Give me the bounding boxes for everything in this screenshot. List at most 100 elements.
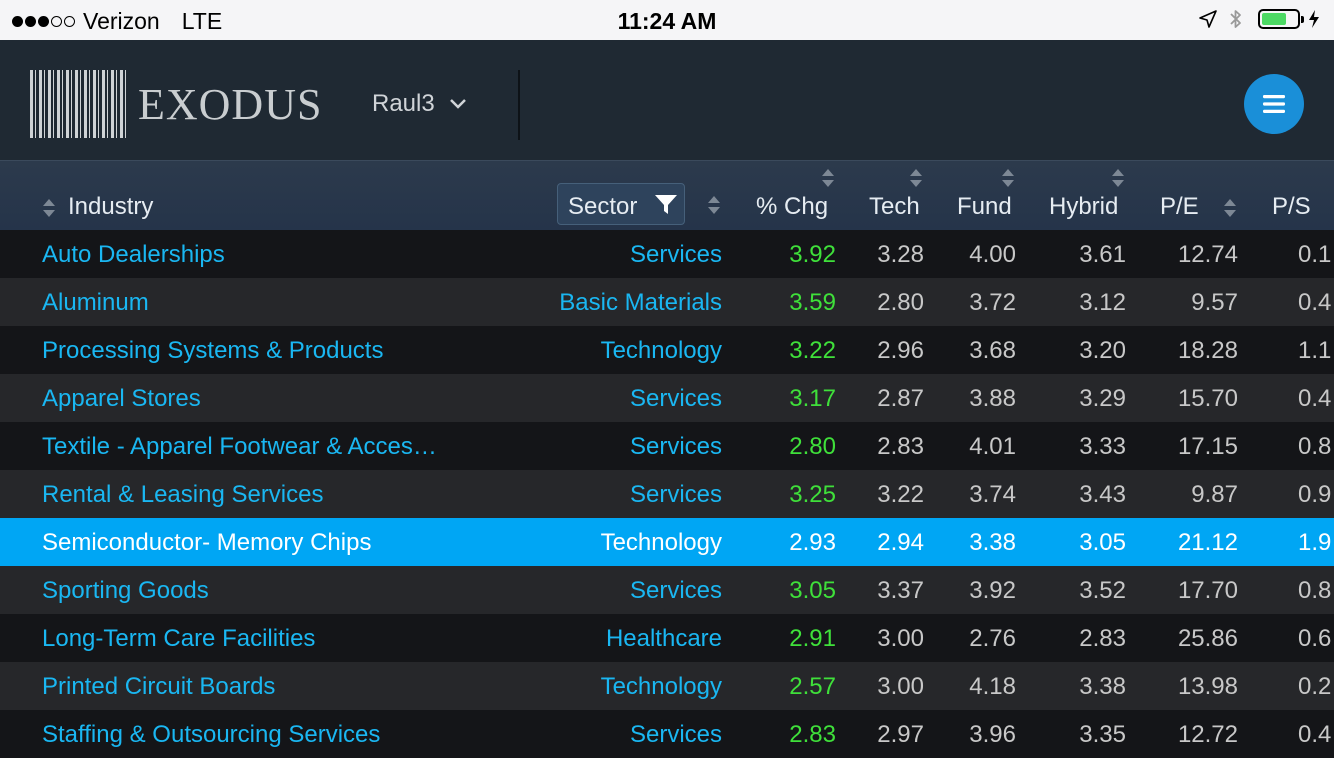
fund-value: 3.88 [969, 385, 1016, 412]
pct-change-value: 3.25 [789, 481, 836, 508]
pct-change-value: 3.17 [789, 385, 836, 412]
app-logo[interactable]: EXODUS [30, 70, 322, 138]
sector-link[interactable]: Services [630, 433, 722, 461]
tech-value: 3.28 [877, 241, 924, 268]
hybrid-value: 3.52 [1079, 577, 1126, 604]
column-ps[interactable]: P/S [1272, 193, 1311, 221]
tech-value: 3.00 [877, 673, 924, 700]
pe-value: 21.12 [1177, 529, 1238, 556]
filter-funnel-icon [655, 195, 677, 214]
sort-arrows-icon[interactable] [909, 168, 923, 188]
sector-link[interactable]: Services [630, 481, 722, 509]
pe-value: 18.28 [1177, 337, 1238, 364]
tech-value: 3.00 [877, 625, 924, 652]
table-row[interactable]: Sporting Goods Services 3.05 3.37 3.92 3… [0, 566, 1334, 614]
table-row[interactable]: Staffing & Outsourcing Services Services… [0, 710, 1334, 758]
column-hybrid[interactable]: Hybrid [1049, 193, 1118, 221]
sector-link[interactable]: Healthcare [606, 625, 722, 653]
industry-link[interactable]: Processing Systems & Products [42, 337, 383, 365]
column-sector: Sector [568, 193, 638, 220]
tech-value: 2.80 [877, 289, 924, 316]
column-tech[interactable]: Tech [869, 193, 920, 221]
sector-link[interactable]: Services [630, 385, 722, 413]
tech-value: 3.22 [877, 481, 924, 508]
menu-button[interactable] [1244, 74, 1304, 134]
ps-value: 1.1 [1298, 337, 1332, 364]
industry-link[interactable]: Textile - Apparel Footwear & Acces… [42, 433, 437, 461]
fund-value: 2.76 [969, 625, 1016, 652]
table-row[interactable]: Auto Dealerships Services 3.92 3.28 4.00… [0, 230, 1334, 278]
pe-value: 9.57 [1191, 289, 1238, 316]
sector-link[interactable]: Services [630, 577, 722, 605]
tech-value: 2.97 [877, 721, 924, 748]
tech-value: 2.87 [877, 385, 924, 412]
ps-value: 1.9 [1298, 529, 1332, 556]
ps-value: 0.9 [1298, 481, 1332, 508]
pct-change-value: 3.92 [789, 241, 836, 268]
column-fund[interactable]: Fund [957, 193, 1012, 221]
tech-value: 2.96 [877, 337, 924, 364]
sector-link[interactable]: Technology [601, 337, 722, 365]
sector-link[interactable]: Technology [601, 673, 722, 701]
table-row[interactable]: Long-Term Care Facilities Healthcare 2.9… [0, 614, 1334, 662]
ps-value: 0.4 [1298, 385, 1332, 412]
column-industry[interactable]: Industry [68, 193, 153, 221]
industry-link[interactable]: Long-Term Care Facilities [42, 625, 315, 653]
pe-value: 12.72 [1177, 721, 1238, 748]
sort-arrows-icon[interactable] [1001, 168, 1015, 188]
table-row[interactable]: Textile - Apparel Footwear & Acces… Serv… [0, 422, 1334, 470]
fund-value: 3.72 [969, 289, 1016, 316]
hybrid-value: 3.43 [1079, 481, 1126, 508]
pct-change-value: 3.59 [789, 289, 836, 316]
hybrid-value: 3.38 [1079, 673, 1126, 700]
ps-value: 0.8 [1298, 433, 1332, 460]
industry-link[interactable]: Aluminum [42, 289, 149, 317]
column-pct-change[interactable]: % Chg [756, 193, 828, 221]
location-arrow-icon [1199, 10, 1217, 28]
table-row[interactable]: Printed Circuit Boards Technology 2.57 3… [0, 662, 1334, 710]
sort-arrows-icon[interactable] [821, 168, 835, 188]
pct-change-value: 3.05 [789, 577, 836, 604]
logo-text: EXODUS [138, 79, 323, 129]
pe-value: 17.15 [1177, 433, 1238, 460]
table-row-selected[interactable]: Semiconductor- Memory Chips Technology 2… [0, 518, 1334, 566]
fund-value: 3.74 [969, 481, 1016, 508]
sector-link[interactable]: Basic Materials [559, 289, 722, 317]
industry-link[interactable]: Rental & Leasing Services [42, 481, 323, 509]
sector-link[interactable]: Services [630, 241, 722, 269]
ps-value: 0.4 [1298, 289, 1332, 316]
charging-bolt-icon [1309, 10, 1319, 28]
hybrid-value: 2.83 [1079, 625, 1126, 652]
barcode-logo-icon [30, 70, 126, 138]
sector-link[interactable]: Services [630, 721, 722, 749]
table-row[interactable]: Aluminum Basic Materials 3.59 2.80 3.72 … [0, 278, 1334, 326]
pct-change-value: 2.83 [789, 721, 836, 748]
table-row[interactable]: Processing Systems & Products Technology… [0, 326, 1334, 374]
sort-arrows-icon[interactable] [707, 195, 721, 215]
column-pe[interactable]: P/E [1160, 193, 1199, 221]
industry-link[interactable]: Sporting Goods [42, 577, 209, 605]
industry-link[interactable]: Auto Dealerships [42, 241, 225, 269]
sort-arrows-icon[interactable] [42, 198, 56, 218]
table-row[interactable]: Rental & Leasing Services Services 3.25 … [0, 470, 1334, 518]
ps-value: 0.8 [1298, 577, 1332, 604]
sort-arrows-icon[interactable] [1111, 168, 1125, 188]
fund-value: 3.96 [969, 721, 1016, 748]
industry-link[interactable]: Staffing & Outsourcing Services [42, 721, 380, 749]
fund-value: 3.68 [969, 337, 1016, 364]
chevron-down-icon [449, 99, 466, 109]
sort-arrows-icon[interactable] [1223, 198, 1237, 218]
sector-link[interactable]: Technology [601, 529, 722, 557]
pe-value: 15.70 [1177, 385, 1238, 412]
industry-link[interactable]: Apparel Stores [42, 385, 201, 413]
ps-value: 0.6 [1298, 625, 1332, 652]
industry-link[interactable]: Semiconductor- Memory Chips [42, 529, 371, 557]
hybrid-value: 3.05 [1079, 529, 1126, 556]
table-row[interactable]: Apparel Stores Services 3.17 2.87 3.88 3… [0, 374, 1334, 422]
pe-value: 12.74 [1177, 241, 1238, 268]
hybrid-value: 3.29 [1079, 385, 1126, 412]
sector-filter-button[interactable]: Sector [557, 183, 685, 225]
industry-link[interactable]: Printed Circuit Boards [42, 673, 275, 701]
profile-selector[interactable]: Raul3 [372, 90, 467, 118]
tech-value: 3.37 [877, 577, 924, 604]
